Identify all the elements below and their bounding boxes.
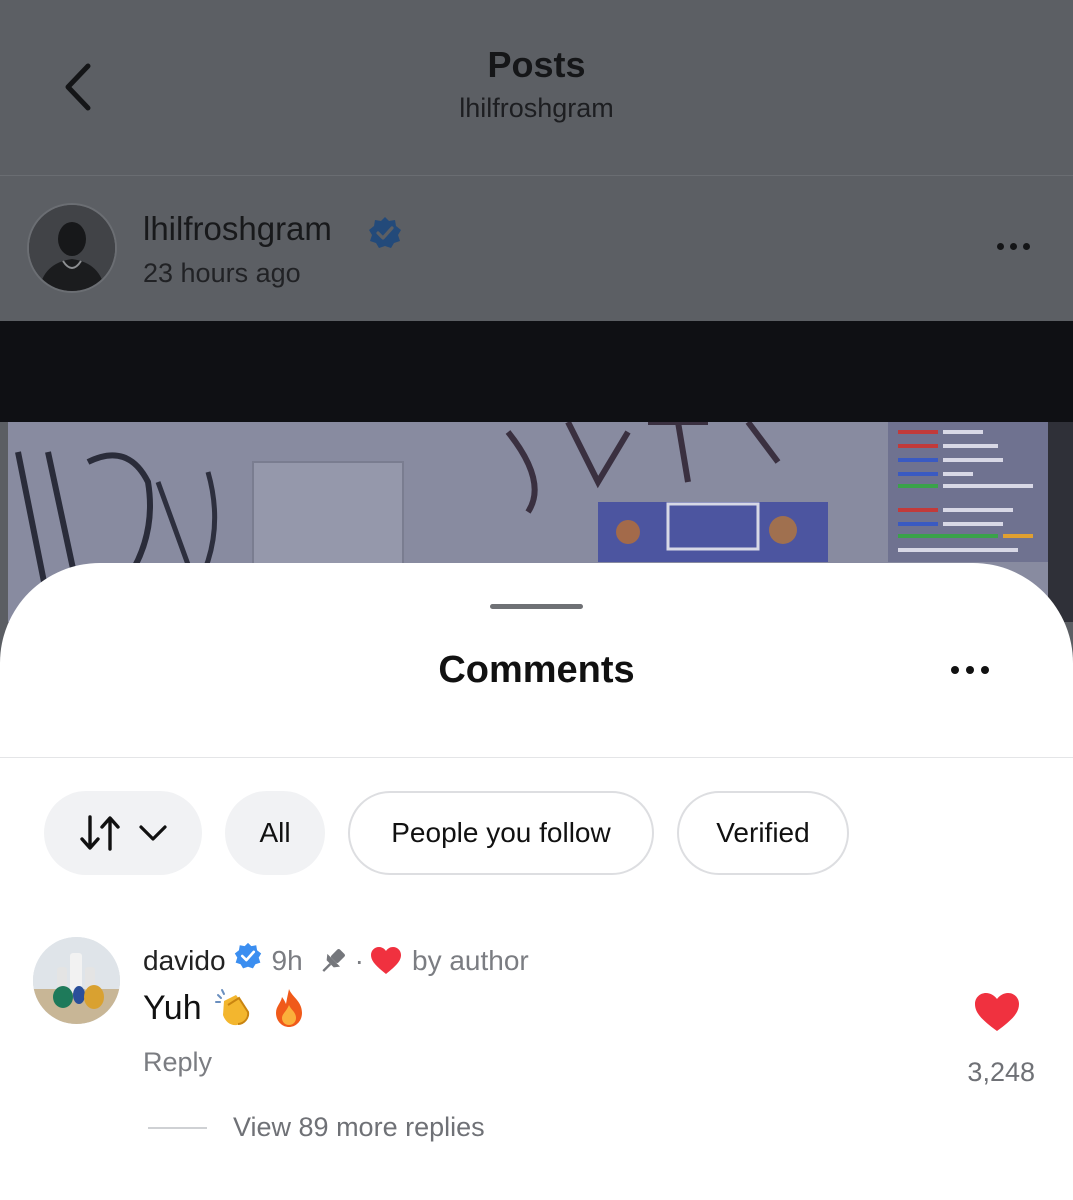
- comments-title: Comments: [438, 649, 635, 691]
- meta-separator: ·: [354, 945, 364, 976]
- like-count: 3,248: [967, 1057, 1035, 1087]
- replies-connector-line: [148, 1127, 207, 1129]
- comments-more-options-button[interactable]: [943, 657, 997, 683]
- commenter-avatar[interactable]: [33, 937, 120, 1024]
- sheet-drag-handle[interactable]: [490, 604, 583, 609]
- page-title: Posts: [487, 44, 586, 85]
- avatar-image: [29, 205, 115, 291]
- more-dots-icon: [951, 666, 959, 674]
- post-timestamp: 23 hours ago: [143, 258, 301, 288]
- view-more-replies-button[interactable]: View 89 more replies: [233, 1112, 485, 1143]
- filter-chip-verified[interactable]: Verified: [677, 791, 849, 875]
- post-more-options-button[interactable]: [988, 231, 1038, 261]
- pin-icon: [322, 949, 345, 972]
- sort-arrows-icon: [80, 815, 120, 851]
- clapping-hands-emoji: [214, 989, 249, 1026]
- filter-chip-all[interactable]: All: [225, 791, 325, 875]
- media-edge: [1048, 422, 1073, 622]
- like-heart-icon[interactable]: [973, 991, 1021, 1033]
- sort-dropdown-button[interactable]: [44, 791, 202, 875]
- verified-badge-icon: [369, 217, 401, 248]
- verified-badge-icon: [234, 942, 261, 969]
- divider: [0, 757, 1073, 758]
- avatar-image: [33, 937, 120, 1024]
- more-dots-icon: [996, 242, 1004, 250]
- comment-text: Yuh: [143, 987, 310, 1029]
- commenter-username[interactable]: davido: [143, 945, 226, 977]
- page-subtitle: lhilfroshgram: [459, 93, 614, 123]
- fire-emoji: [275, 989, 302, 1027]
- reply-button[interactable]: Reply: [143, 1047, 212, 1078]
- comment-meta: davido 9h · by author: [143, 941, 529, 981]
- chevron-down-icon: [139, 825, 167, 841]
- comment-body: Yuh: [143, 988, 202, 1027]
- post-author-avatar[interactable]: [29, 205, 115, 291]
- filter-chip-people-you-follow[interactable]: People you follow: [348, 791, 654, 875]
- top-navigation-bar: Posts lhilfroshgram: [0, 0, 1073, 176]
- heart-icon: [371, 947, 401, 974]
- post-author-username[interactable]: lhilfroshgram: [143, 210, 332, 248]
- comments-sheet: Comments All People you follow Verified …: [0, 563, 1073, 1200]
- post-header: lhilfroshgram 23 hours ago: [0, 176, 1073, 321]
- media-letterbox: [0, 321, 1073, 422]
- liked-by-author-label: by author: [412, 945, 529, 976]
- comment-timestamp: 9h: [271, 945, 303, 976]
